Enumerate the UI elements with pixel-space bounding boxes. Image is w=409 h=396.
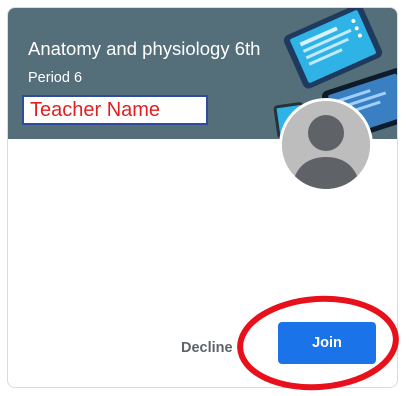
person-avatar-icon: [279, 98, 373, 192]
class-section: Period 6: [28, 70, 83, 86]
class-invitation-card: Anatomy and physiology 6th Period 6 Teac…: [7, 7, 398, 388]
teacher-name-text: Teacher Name: [30, 98, 161, 121]
teacher-name-label: Teacher Name: [22, 95, 208, 125]
join-button[interactable]: Join: [278, 322, 376, 364]
decline-button[interactable]: Decline: [173, 330, 241, 366]
class-title[interactable]: Anatomy and physiology 6th: [28, 38, 260, 60]
